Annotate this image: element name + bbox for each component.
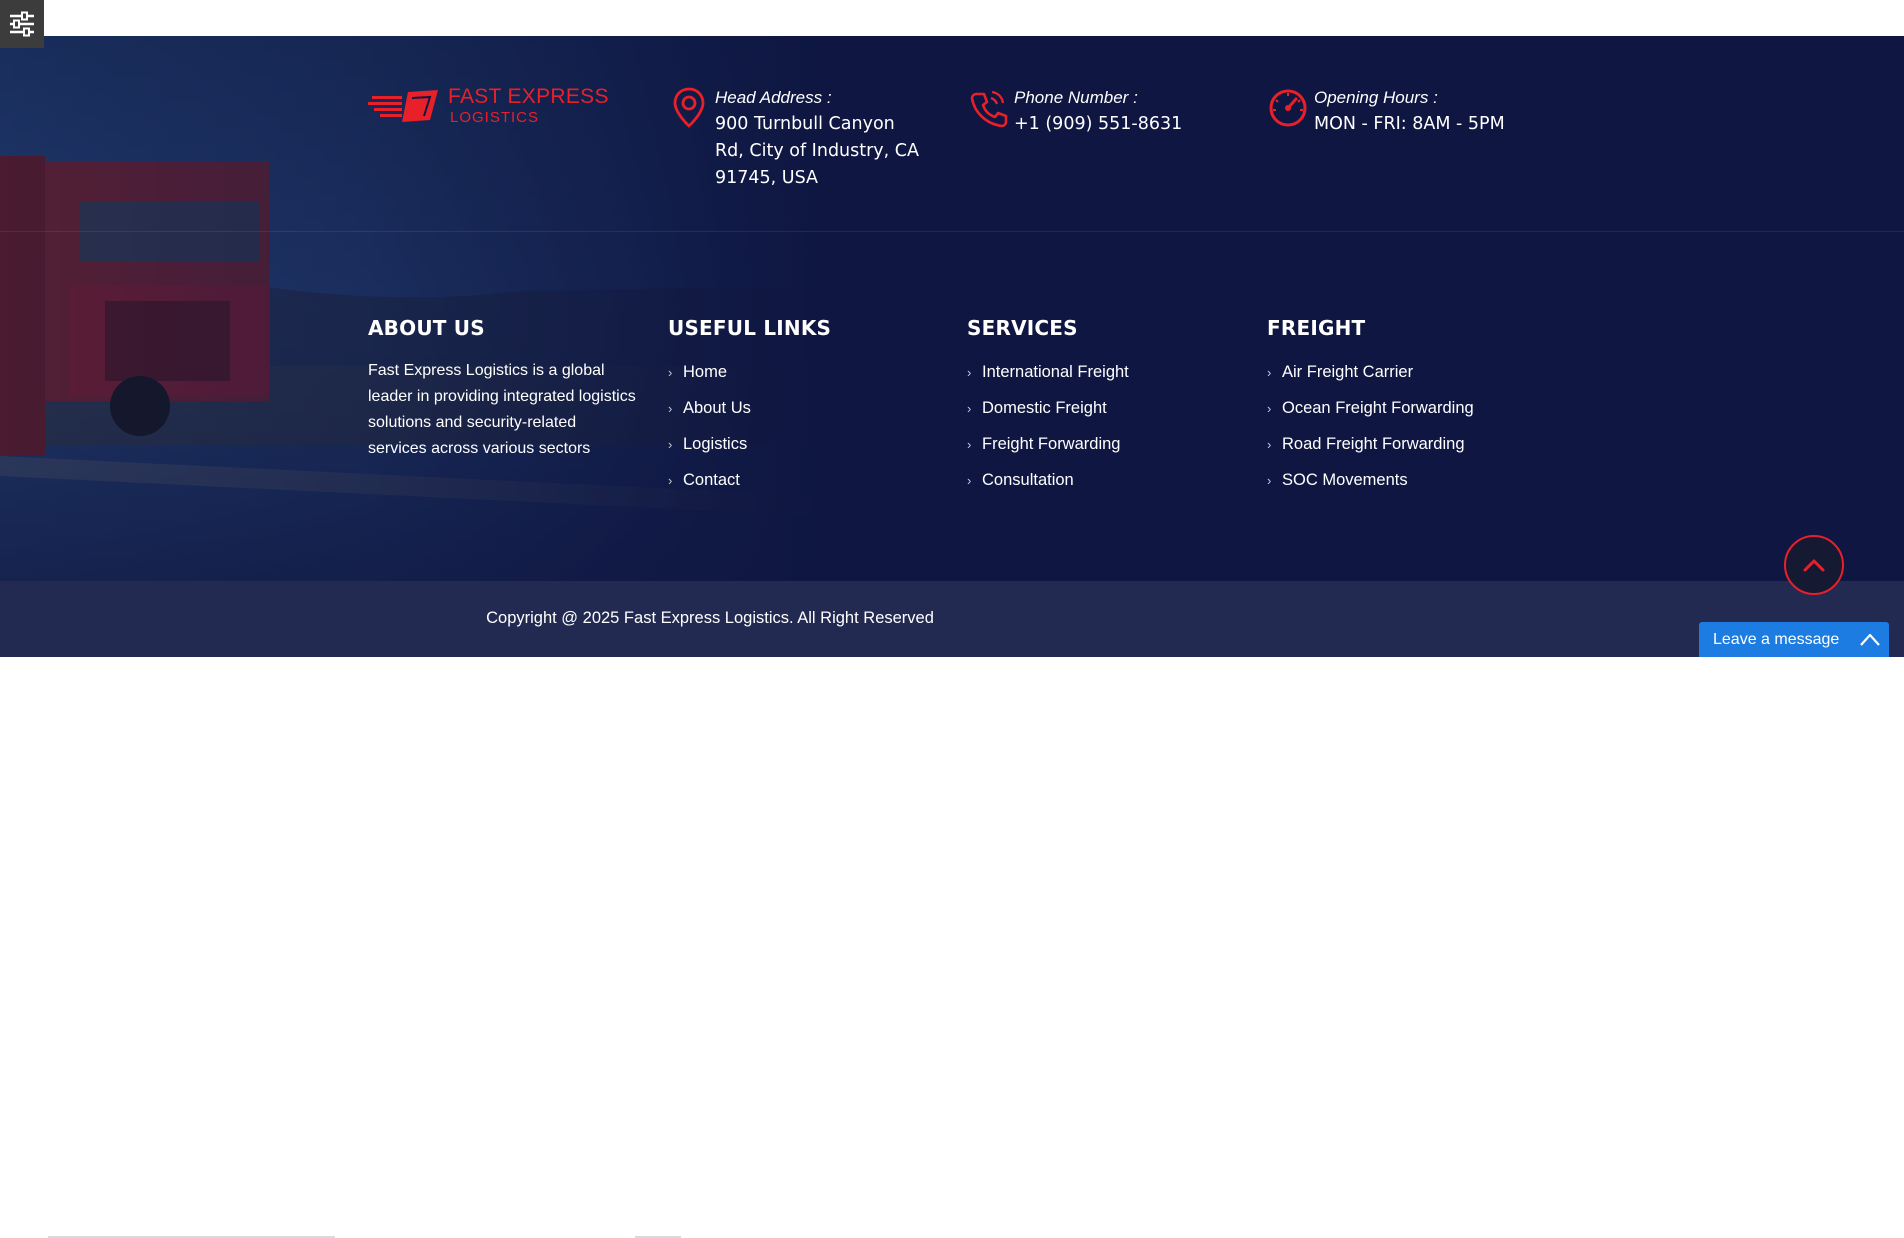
- about-heading: ABOUT US: [368, 316, 485, 340]
- chevron-right-icon: ›: [668, 364, 673, 380]
- leave-message-label: Leave a message: [1713, 630, 1840, 648]
- about-text-line: solutions and security-related: [368, 414, 577, 431]
- footer-link-soc-movements[interactable]: › SOC Movements: [1267, 462, 1474, 498]
- link-label: Logistics: [683, 434, 748, 453]
- chevron-right-icon: ›: [668, 472, 673, 488]
- about-text-line: services across various sectors: [368, 440, 591, 457]
- copyright-text: Copyright @ 2025 Fast Express Logistics.…: [486, 609, 934, 627]
- footer-link-home[interactable]: › Home: [668, 354, 831, 390]
- chevron-right-icon: ›: [1267, 364, 1272, 380]
- services-heading: SERVICES: [967, 316, 1078, 340]
- footer-link-consultation[interactable]: › Consultation: [967, 462, 1129, 498]
- link-label: International Freight: [982, 362, 1129, 381]
- services-column: SERVICES › International Freight › Domesti…: [967, 316, 1129, 498]
- chevron-right-icon: ›: [668, 436, 673, 452]
- speedometer-icon: [1269, 89, 1307, 127]
- footer-link-air-freight-carrier[interactable]: › Air Freight Carrier: [1267, 354, 1474, 390]
- chevron-right-icon: ›: [1267, 472, 1272, 488]
- link-label: Road Freight Forwarding: [1282, 434, 1465, 453]
- about-column: ABOUT US Fast Express Logistics is a glo…: [368, 316, 643, 462]
- link-label: Contact: [683, 470, 740, 489]
- link-label: About Us: [683, 398, 751, 417]
- footer-link-ocean-freight-forwarding[interactable]: › Ocean Freight Forwarding: [1267, 390, 1474, 426]
- sliders-icon: [10, 11, 34, 37]
- phone-label: Phone Number :: [1014, 88, 1138, 107]
- leave-message-button[interactable]: Leave a message: [1699, 622, 1889, 657]
- link-label: Air Freight Carrier: [1282, 362, 1414, 381]
- footer-link-road-freight-forwarding[interactable]: › Road Freight Forwarding: [1267, 426, 1474, 462]
- link-label: SOC Movements: [1282, 470, 1408, 489]
- footer-link-domestic-freight[interactable]: › Domestic Freight: [967, 390, 1129, 426]
- link-label: Domestic Freight: [982, 398, 1107, 417]
- footer-link-about-us[interactable]: › About Us: [668, 390, 831, 426]
- chevron-right-icon: ›: [967, 364, 972, 380]
- link-label: Home: [683, 362, 728, 381]
- about-text: Fast Express Logistics is a global leade…: [368, 358, 643, 462]
- chevron-up-icon: [1860, 633, 1880, 646]
- section-divider: [0, 231, 1904, 232]
- link-label: Freight Forwarding: [982, 434, 1121, 453]
- settings-toggle-button[interactable]: [0, 0, 44, 48]
- chevron-up-icon: [1803, 559, 1825, 572]
- freight-heading: FREIGHT: [1267, 316, 1366, 340]
- brand-name: FAST EXPRESS: [448, 85, 609, 108]
- map-pin-icon: [673, 87, 705, 128]
- address-line-3: 91745, USA: [715, 168, 819, 188]
- hours-label: Opening Hours :: [1314, 88, 1438, 107]
- footer-link-logistics[interactable]: › Logistics: [668, 426, 831, 462]
- link-label: Ocean Freight Forwarding: [1282, 398, 1474, 417]
- chevron-right-icon: ›: [967, 400, 972, 416]
- freight-column: FREIGHT › Air Freight Carrier › Ocean Frei…: [1267, 316, 1474, 498]
- contact-hours: Opening Hours : MON - FRI: 8AM - 5PM: [1268, 86, 1505, 138]
- chevron-right-icon: ›: [668, 400, 673, 416]
- phone-icon: [970, 90, 1008, 128]
- chevron-right-icon: ›: [1267, 400, 1272, 416]
- useful-links-heading: USEFUL LINKS: [668, 316, 832, 340]
- chevron-right-icon: ›: [967, 472, 972, 488]
- about-text-line: leader in providing integrated logistics: [368, 388, 636, 405]
- top-blank-area: [0, 0, 1904, 36]
- address-label: Head Address :: [715, 88, 832, 107]
- link-label: Consultation: [982, 470, 1074, 489]
- chevron-right-icon: ›: [1267, 436, 1272, 452]
- about-text-line: Fast Express Logistics is a global: [368, 362, 605, 379]
- useful-links-column: USEFUL LINKS › Home › About Us › Logistics …: [668, 316, 831, 498]
- footer-link-freight-forwarding[interactable]: › Freight Forwarding: [967, 426, 1129, 462]
- brand-logo[interactable]: FAST EXPRESS LOGISTICS: [368, 86, 609, 125]
- contact-phone: Phone Number : +1 (909) 551-8631: [968, 86, 1182, 138]
- chevron-right-icon: ›: [967, 436, 972, 452]
- hours-value: MON - FRI: 8AM - 5PM: [1314, 114, 1505, 134]
- copyright-bar: Copyright @ 2025 Fast Express Logistics.…: [0, 581, 1904, 1238]
- footer-link-contact[interactable]: › Contact: [668, 462, 831, 498]
- footer-link-international-freight[interactable]: › International Freight: [967, 354, 1129, 390]
- site-footer: FAST EXPRESS LOGISTICS Head Address : 90…: [0, 36, 1904, 581]
- scroll-to-top-button[interactable]: [1784, 535, 1844, 595]
- logo-mark-icon: [368, 89, 438, 122]
- address-line-2: Rd, City of Industry, CA: [715, 141, 919, 161]
- contact-address: Head Address : 900 Turnbull Canyon Rd, C…: [669, 86, 919, 192]
- brand-tagline: LOGISTICS: [450, 109, 540, 126]
- address-line-1: 900 Turnbull Canyon: [715, 114, 895, 134]
- phone-number[interactable]: +1 (909) 551-8631: [1014, 111, 1182, 138]
